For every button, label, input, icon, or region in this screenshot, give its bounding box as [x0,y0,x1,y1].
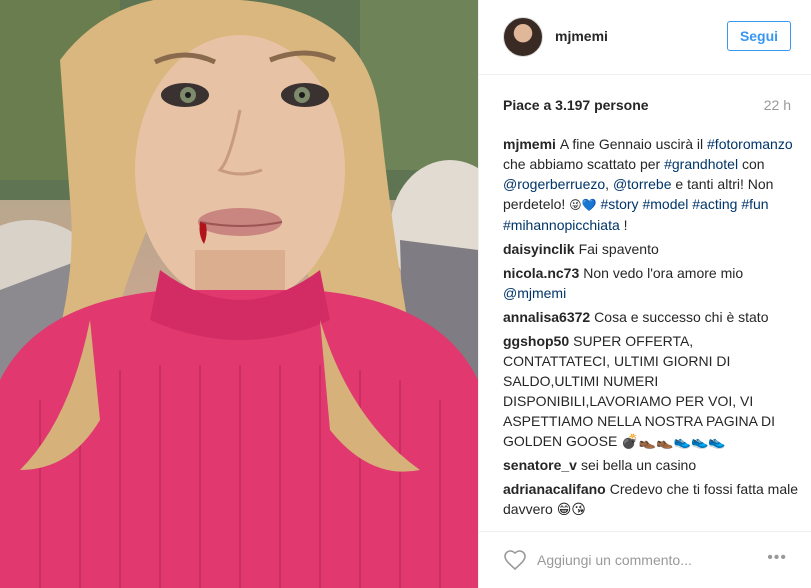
hashtag-link[interactable]: #model [642,196,688,212]
comment-text: Fai spavento [578,241,659,257]
caption: mjmemi A fine Gennaio uscirà il #fotoroma… [503,134,803,235]
hashtag-link[interactable]: #mihannopicchiata [503,217,620,233]
hashtag-link[interactable]: #acting [692,196,737,212]
comments-list: mjmemi A fine Gennaio uscirà il #fotoroma… [503,134,803,526]
comment-user[interactable]: annalisa6372 [503,309,590,325]
hashtag-link[interactable]: @rogerberruezo [503,176,605,192]
comment-item: annalisa6372 Cosa e successo chi è stato [503,307,803,327]
username-link[interactable]: mjmemi [555,28,608,44]
selfie-illustration [0,0,478,588]
post-sidebar: mjmemi Segui Piace a 3.197 persone 22 h … [478,0,811,588]
comment-item: daisyinclik Fai spavento [503,239,803,259]
comment-item: mercedeszseiilmiosoleSei stupenda ma ti … [503,523,803,526]
caption-fragment: che abbiamo scattato per [503,156,665,172]
comment-text: SUPER OFFERTA, CONTATTATECI, ULTIMI GIOR… [503,333,776,449]
comment-item: senatore_v sei bella un casino [503,455,803,475]
comment-user[interactable]: daisyinclik [503,241,575,257]
comment-item: ggshop50 SUPER OFFERTA, CONTATTATECI, ULT… [503,331,803,451]
add-comment-input[interactable] [537,549,737,571]
post-footer: ••• [479,531,811,588]
hashtag-link[interactable]: @torrebe [613,176,672,192]
hashtag-link[interactable]: #fotoromanzo [707,136,793,152]
heart-icon[interactable] [503,548,527,572]
likes-count[interactable]: Piace a 3.197 persone [503,97,649,113]
comment-item: adrianacalifano Credevo che ti fossi fatt… [503,479,803,519]
comment-user[interactable]: nicola.nc73 [503,265,579,281]
hashtag-link[interactable]: #story [600,196,638,212]
comment-user[interactable]: ggshop50 [503,333,569,349]
instagram-post: mjmemi Segui Piace a 3.197 persone 22 h … [0,0,811,588]
caption-fragment: ! [619,217,628,233]
caption-fragment: , [605,176,613,192]
caption-fragment: A fine Gennaio uscirà il [559,136,708,152]
post-header: mjmemi Segui [479,0,811,75]
follow-button[interactable]: Segui [727,21,791,51]
comment-user[interactable]: adrianacalifano [503,481,606,497]
comment-user[interactable]: mercedeszseiilmiosole [503,525,656,526]
caption-user[interactable]: mjmemi [503,136,556,152]
hashtag-link[interactable]: #grandhotel [664,156,738,172]
post-photo[interactable] [0,0,478,588]
post-time[interactable]: 22 h [764,97,791,113]
caption-fragment: con [738,156,765,172]
comment-text: sei bella un casino [580,457,697,473]
avatar[interactable] [503,17,543,57]
emoji-text: 😜💙 [569,198,601,212]
comment-text: Cosa e successo chi è stato [594,309,769,325]
comment-user[interactable]: senatore_v [503,457,577,473]
hashtag-link[interactable]: #fun [741,196,768,212]
more-options-icon[interactable]: ••• [767,549,787,567]
comment-text: Non vedo l'ora amore mio [583,265,744,281]
mention-link[interactable]: @mjmemi [503,285,566,301]
comment-item: nicola.nc73 Non vedo l'ora amore mio @mjm… [503,263,803,303]
